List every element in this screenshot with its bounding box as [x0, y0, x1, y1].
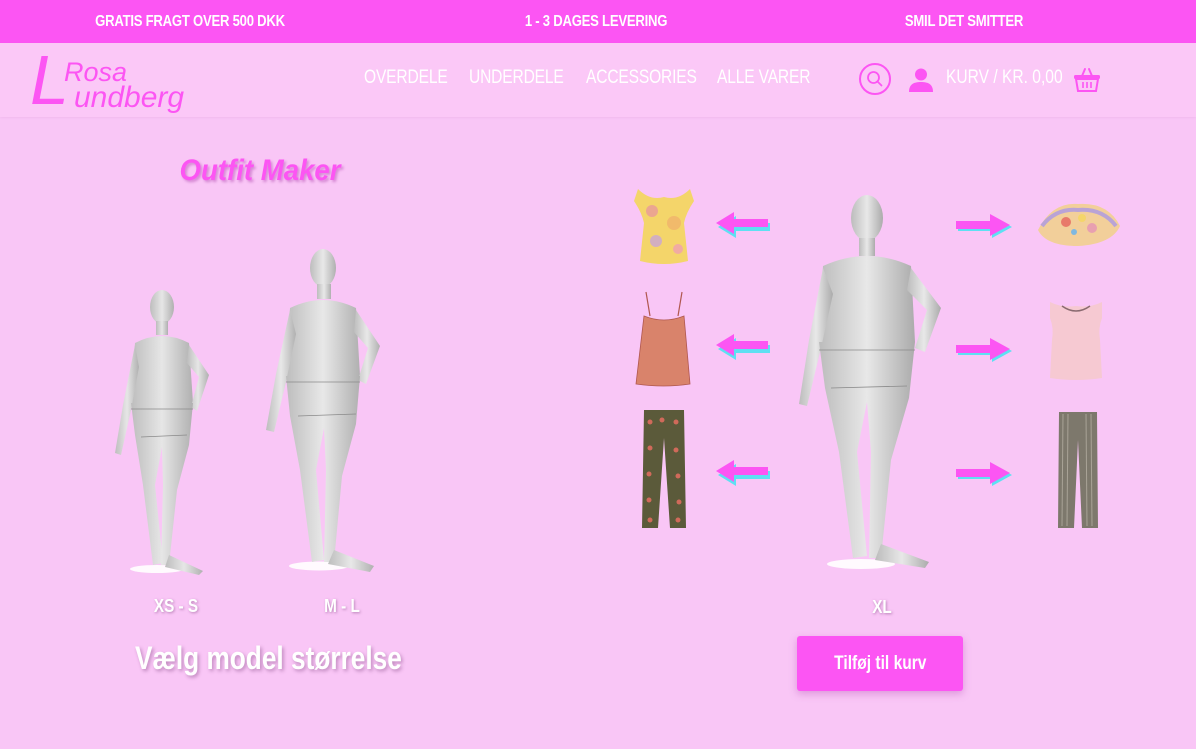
announcement-bar: GRATIS FRAGT OVER 500 DKK 1 - 3 DAGES LE…: [0, 0, 1196, 43]
add-to-cart-button[interactable]: Tilføj til kurv: [797, 636, 963, 691]
garment-patterned-pants[interactable]: [640, 408, 688, 530]
size-label-xs-s[interactable]: XS - S: [142, 596, 210, 617]
announcement-smile: SMIL DET SMITTER: [904, 13, 1024, 30]
site-header: L Rosa undberg OVERDELE UNDERDELE ACCESS…: [0, 43, 1196, 117]
size-label-m-l[interactable]: M - L: [308, 596, 376, 617]
site-logo[interactable]: L Rosa undberg: [30, 45, 210, 115]
nav-item-underdele[interactable]: UNDERDELE: [469, 67, 564, 89]
garment-tank-top[interactable]: [1044, 298, 1108, 382]
page-title: Outfit Maker: [179, 154, 341, 187]
garment-hair-clip[interactable]: [1032, 196, 1124, 252]
announcement-delivery: 1 - 3 DAGES LEVERING: [524, 13, 668, 30]
mannequin-m-l[interactable]: [262, 244, 402, 576]
next-bottom-arrow[interactable]: [956, 458, 1014, 492]
basket-icon[interactable]: [1073, 67, 1101, 93]
next-middle-arrow[interactable]: [956, 334, 1014, 368]
prev-bottom-arrow[interactable]: [714, 456, 772, 490]
nav-item-overdele[interactable]: OVERDELE: [364, 67, 448, 89]
garment-floral-top[interactable]: [630, 183, 698, 267]
search-icon[interactable]: [859, 63, 891, 95]
choose-size-heading: Vælg model størrelse: [135, 640, 402, 676]
user-icon[interactable]: [907, 66, 935, 94]
garment-striped-pants[interactable]: [1056, 410, 1100, 530]
nav-item-alle-varer[interactable]: ALLE VARER: [717, 67, 810, 89]
next-top-arrow[interactable]: [956, 210, 1014, 244]
prev-middle-arrow[interactable]: [714, 330, 772, 364]
cart-total-label[interactable]: KURV / KR. 0,00: [946, 67, 1063, 89]
add-to-cart-label: Tilføj til kurv: [833, 652, 927, 674]
mannequin-xl[interactable]: [795, 190, 955, 574]
garment-cami-top[interactable]: [634, 290, 694, 388]
mannequin-xs-s[interactable]: [105, 285, 230, 577]
nav-item-accessories[interactable]: ACCESSORIES: [586, 67, 697, 89]
logo-last-name: undberg: [74, 81, 185, 114]
prev-top-arrow[interactable]: [714, 208, 772, 242]
announcement-free-shipping: GRATIS FRAGT OVER 500 DKK: [95, 13, 285, 30]
size-label-xl[interactable]: XL: [848, 597, 916, 618]
